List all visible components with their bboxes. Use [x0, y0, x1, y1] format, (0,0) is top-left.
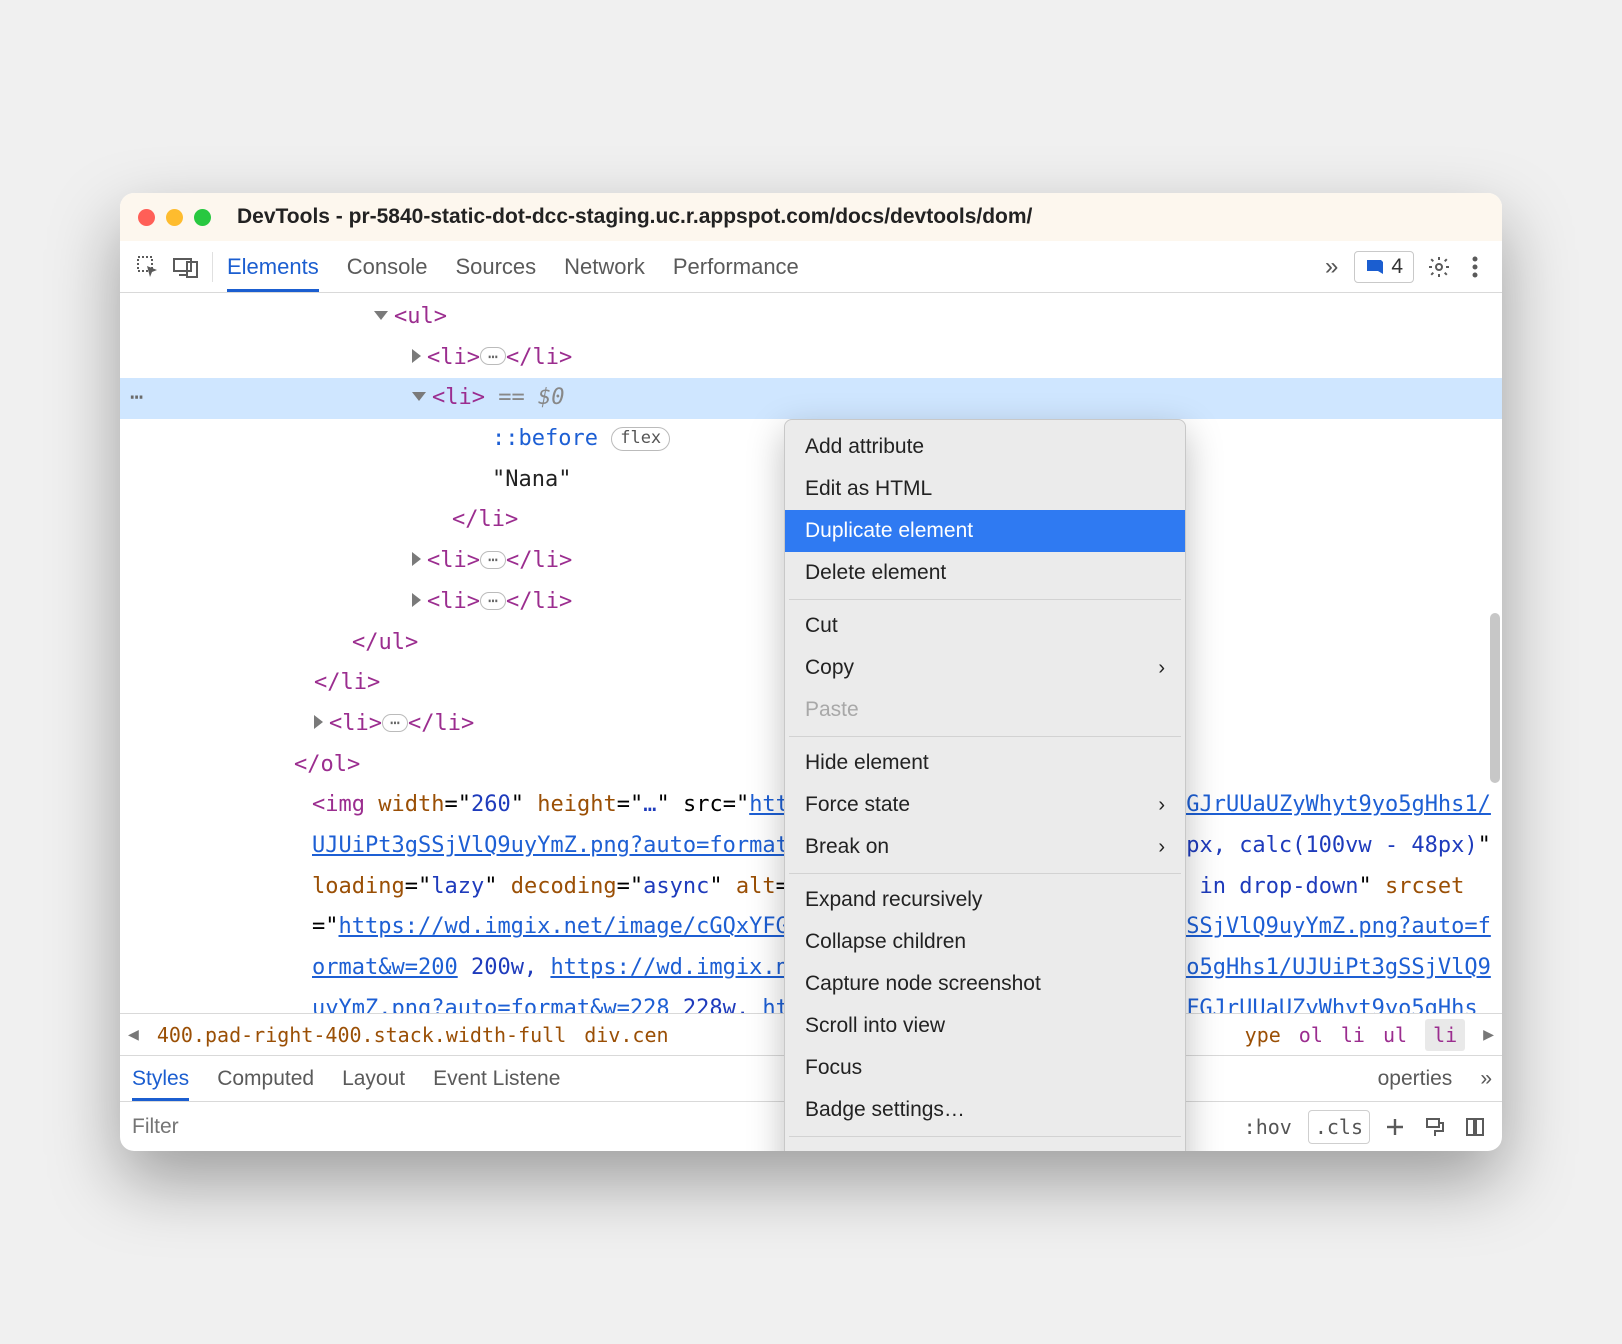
context-menu-item[interactable]: Focus [785, 1047, 1185, 1089]
subtab-layout[interactable]: Layout [342, 1056, 405, 1101]
context-menu-item[interactable]: Edit as HTML [785, 468, 1185, 510]
device-toolbar-icon[interactable] [168, 249, 204, 285]
context-menu-item[interactable]: Scroll into view [785, 1005, 1185, 1047]
subtab-styles[interactable]: Styles [132, 1056, 189, 1101]
main-toolbar: Elements Console Sources Network Perform… [120, 241, 1502, 293]
cls-toggle[interactable]: .cls [1308, 1110, 1370, 1144]
context-menu-item[interactable]: Collapse children [785, 921, 1185, 963]
window-controls [138, 209, 211, 226]
context-menu[interactable]: Add attributeEdit as HTMLDuplicate eleme… [784, 419, 1186, 1151]
context-menu-item[interactable]: Delete element [785, 552, 1185, 594]
dom-node-li-selected[interactable]: <li> == $0 [120, 378, 1502, 419]
context-menu-item[interactable]: Hide element [785, 742, 1185, 784]
chevron-right-icon: › [1158, 794, 1165, 817]
expand-caret-icon[interactable] [412, 552, 421, 566]
context-menu-item[interactable]: Duplicate element [785, 510, 1185, 552]
more-tabs-icon[interactable]: » [1317, 253, 1346, 281]
tab-performance[interactable]: Performance [673, 241, 799, 292]
subtab-more-icon[interactable]: » [1480, 1056, 1492, 1101]
chevron-right-icon: › [1158, 836, 1165, 859]
tab-elements[interactable]: Elements [227, 241, 319, 292]
ellipsis-icon[interactable]: ⋯ [480, 551, 506, 569]
expand-caret-icon[interactable] [374, 311, 388, 320]
breadcrumb-item-active[interactable]: li [1425, 1019, 1465, 1051]
context-menu-item[interactable]: Break on› [785, 826, 1185, 868]
titlebar: DevTools - pr-5840-static-dot-dcc-stagin… [120, 193, 1502, 241]
window-title: DevTools - pr-5840-static-dot-dcc-stagin… [223, 205, 1484, 229]
context-menu-item[interactable]: Copy› [785, 647, 1185, 689]
ellipsis-icon[interactable]: ⋯ [480, 592, 506, 610]
context-menu-separator [789, 599, 1181, 600]
settings-icon[interactable] [1422, 249, 1456, 285]
chevron-right-icon: › [1158, 657, 1165, 680]
breadcrumb-item[interactable]: ype [1245, 1023, 1281, 1047]
scrollbar-thumb[interactable] [1490, 613, 1500, 783]
panel-tabs: Elements Console Sources Network Perform… [227, 241, 799, 292]
hov-toggle[interactable]: :hov [1238, 1111, 1298, 1143]
breadcrumb-prev-icon[interactable]: ◀ [128, 1024, 139, 1045]
breadcrumb-item[interactable]: li [1341, 1023, 1365, 1047]
context-menu-separator [789, 736, 1181, 737]
close-window-button[interactable] [138, 209, 155, 226]
context-menu-item[interactable]: Store as global variable [785, 1142, 1185, 1151]
issues-badge[interactable]: 4 [1354, 251, 1414, 283]
flex-badge[interactable]: flex [611, 427, 670, 451]
context-menu-item[interactable]: Force state› [785, 784, 1185, 826]
expand-caret-icon[interactable] [314, 715, 323, 729]
dom-node-li-collapsed[interactable]: <li>⋯</li> [120, 338, 1502, 379]
ellipsis-icon[interactable]: ⋯ [480, 347, 506, 365]
ellipsis-icon[interactable]: ⋯ [382, 714, 408, 732]
breadcrumb-item[interactable]: div.cen [584, 1023, 668, 1047]
context-menu-item: Paste [785, 689, 1185, 731]
toolbar-separator [212, 252, 213, 282]
minimize-window-button[interactable] [166, 209, 183, 226]
devtools-window: DevTools - pr-5840-static-dot-dcc-stagin… [120, 193, 1502, 1151]
new-style-rule-icon[interactable] [1380, 1112, 1410, 1142]
context-menu-item[interactable]: Badge settings… [785, 1089, 1185, 1131]
expand-caret-icon[interactable] [412, 593, 421, 607]
context-menu-item[interactable]: Expand recursively [785, 879, 1185, 921]
inspect-element-icon[interactable] [130, 249, 166, 285]
context-menu-item[interactable]: Cut [785, 605, 1185, 647]
breadcrumb-item[interactable]: ul [1383, 1023, 1407, 1047]
dom-node-ul[interactable]: <ul> [120, 297, 1502, 338]
issues-count: 4 [1391, 255, 1403, 279]
more-options-icon[interactable] [1458, 249, 1492, 285]
context-menu-item[interactable]: Add attribute [785, 426, 1185, 468]
computed-toggle-icon[interactable] [1460, 1112, 1490, 1142]
issues-icon [1365, 258, 1385, 276]
expand-caret-icon[interactable] [412, 392, 426, 401]
expand-caret-icon[interactable] [412, 349, 421, 363]
context-menu-separator [789, 873, 1181, 874]
subtab-properties[interactable]: operties [1378, 1056, 1453, 1101]
tab-console[interactable]: Console [347, 241, 428, 292]
tab-sources[interactable]: Sources [455, 241, 536, 292]
subtab-computed[interactable]: Computed [217, 1056, 314, 1101]
context-menu-separator [789, 1136, 1181, 1137]
breadcrumb-item[interactable]: 400.pad-right-400.stack.width-full [157, 1023, 566, 1047]
selected-node-marker: == $0 [485, 385, 564, 410]
breadcrumb-next-icon[interactable]: ▶ [1483, 1024, 1494, 1045]
maximize-window-button[interactable] [194, 209, 211, 226]
breadcrumb-item[interactable]: ol [1299, 1023, 1323, 1047]
tab-network[interactable]: Network [564, 241, 645, 292]
paint-icon[interactable] [1420, 1112, 1450, 1142]
subtab-event-listeners[interactable]: Event Listene [433, 1056, 560, 1101]
context-menu-item[interactable]: Capture node screenshot [785, 963, 1185, 1005]
